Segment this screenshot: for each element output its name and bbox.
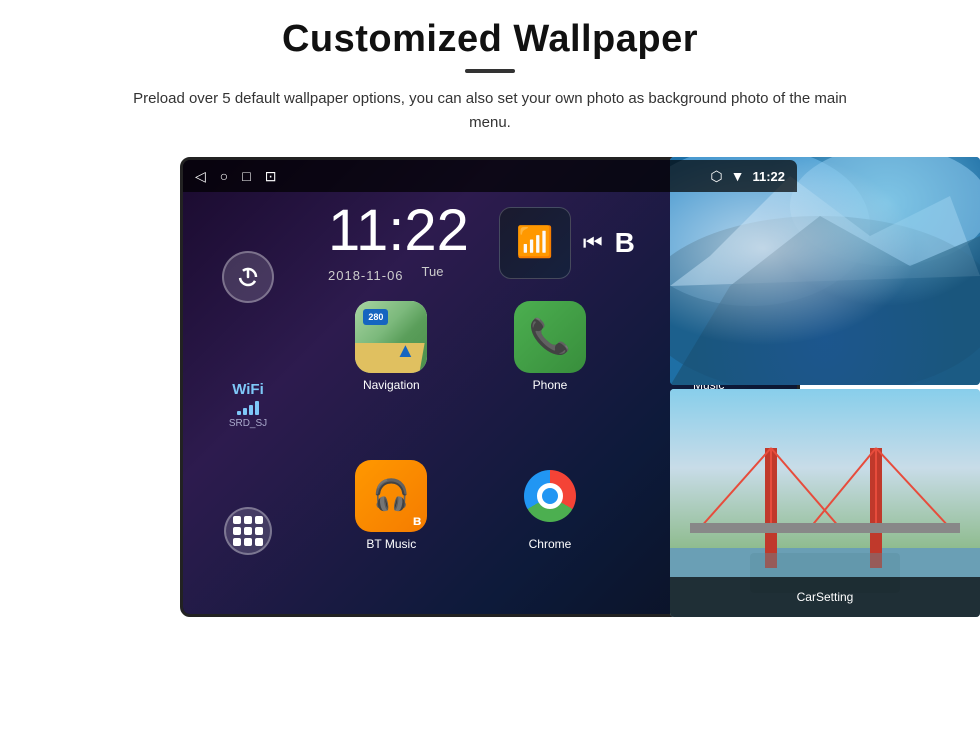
power-icon	[237, 266, 259, 288]
status-bar-right: ⬡ ▼ 11:22	[710, 168, 785, 185]
bt-symbol: ʙ	[413, 512, 422, 528]
device-sidebar: WiFi SRD_SJ	[183, 192, 313, 614]
app-bt-music-label: BT Music	[366, 537, 416, 551]
chrome-outer-ring	[524, 470, 576, 522]
carsetting-overlay: CarSetting	[670, 577, 980, 617]
page-wrapper: Customized Wallpaper Preload over 5 defa…	[0, 0, 980, 617]
chrome-inner-ring	[537, 483, 563, 509]
screenshot-icon[interactable]: ⊡	[265, 168, 277, 185]
ssid-label: SRD_SJ	[229, 418, 267, 429]
app-phone-label: Phone	[533, 378, 568, 392]
wifi-label: WiFi	[232, 381, 264, 398]
clock-date: 2018-11-06	[328, 268, 404, 283]
title-divider	[465, 69, 515, 73]
wifi-status-icon: ▼	[731, 168, 745, 184]
recents-nav-icon[interactable]: □	[242, 168, 250, 184]
status-bar-left: ◁ ○ □ ⊡	[195, 168, 276, 185]
location-status-icon: ⬡	[710, 168, 722, 185]
phone-icon: 📞	[514, 301, 586, 373]
home-nav-icon[interactable]: ○	[220, 168, 228, 184]
bt-music-symbol: 🎧	[373, 478, 410, 513]
device-section: ◁ ○ □ ⊡ ⬡ ▼ 11:22	[0, 157, 980, 617]
chrome-core	[542, 488, 558, 504]
app-chrome[interactable]: Chrome	[477, 460, 624, 607]
all-apps-button[interactable]	[224, 507, 272, 555]
status-time: 11:22	[752, 169, 785, 184]
carsetting-label: CarSetting	[797, 590, 854, 604]
clock-block: 11:22 2018-11-06 Tue	[328, 202, 469, 283]
wifi-bar-4	[255, 401, 259, 415]
navigation-icon: 280 ▲	[355, 301, 427, 373]
prev-track-icon[interactable]: ⏮	[583, 230, 603, 256]
wifi-bar-1	[237, 411, 241, 415]
nav-pin-icon: ▲	[396, 340, 416, 363]
page-title: Customized Wallpaper	[282, 18, 698, 61]
wifi-signal-bars	[237, 401, 259, 415]
app-bt-music[interactable]: 🎧 ʙ BT Music	[318, 460, 465, 607]
bt-music-icon: 🎧 ʙ	[355, 460, 427, 532]
phone-symbol: 📞	[529, 317, 571, 357]
wifi-bar-2	[243, 408, 247, 415]
page-subtitle: Preload over 5 default wallpaper options…	[130, 87, 850, 135]
wallpaper-city-bridge[interactable]: CarSetting	[670, 389, 980, 617]
bluetooth-letter-icon[interactable]: B	[615, 227, 635, 259]
status-bar: ◁ ○ □ ⊡ ⬡ ▼ 11:22	[183, 160, 797, 192]
power-button[interactable]	[222, 251, 274, 303]
apps-grid-icon	[233, 516, 263, 546]
media-icons: 📶 ⏮ B	[499, 207, 635, 279]
wifi-info: WiFi SRD_SJ	[229, 381, 267, 429]
wifi-bar-3	[249, 405, 253, 415]
app-navigation-label: Navigation	[363, 378, 420, 392]
clock-time: 11:22	[328, 202, 469, 260]
chrome-icon	[514, 460, 586, 532]
app-navigation[interactable]: 280 ▲ Navigation	[318, 301, 465, 448]
clock-day: Tue	[422, 264, 444, 283]
wifi-app-icon[interactable]: 📶	[499, 207, 571, 279]
back-nav-icon[interactable]: ◁	[195, 168, 206, 185]
nav-shield-badge: 280	[363, 309, 388, 325]
app-chrome-label: Chrome	[529, 537, 572, 551]
app-phone[interactable]: 📞 Phone	[477, 301, 624, 448]
wallpaper-thumbnails: CarSetting	[670, 157, 980, 617]
wifi-app-symbol: 📶	[516, 225, 553, 260]
